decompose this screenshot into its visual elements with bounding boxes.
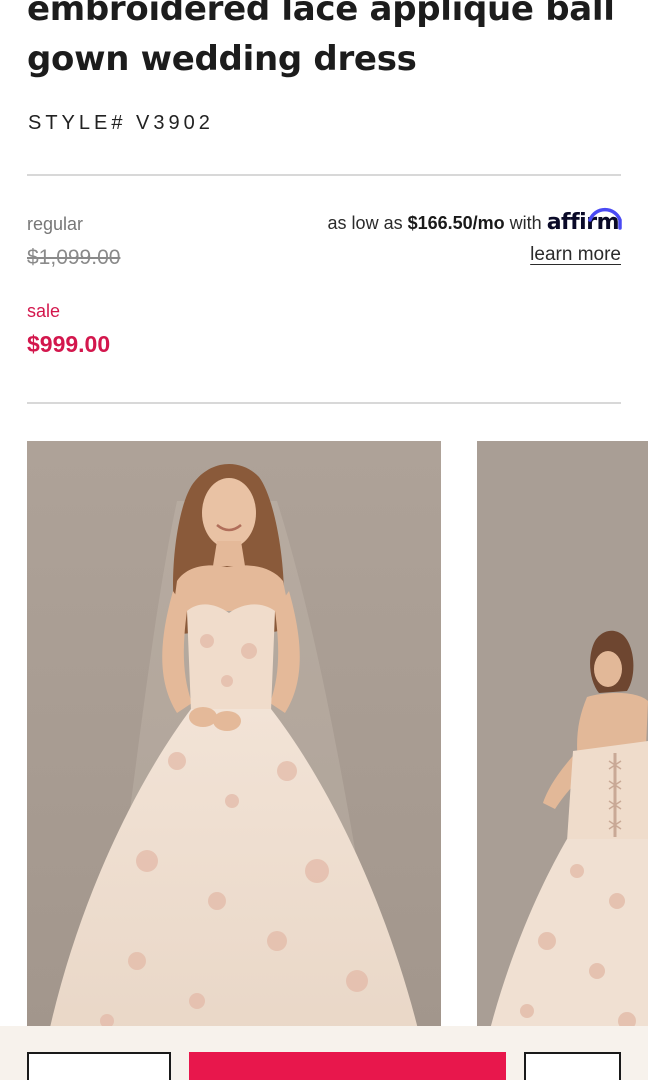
regular-price: $1,099.00 [27,246,121,269]
regular-price-label: regular [27,214,84,234]
sale-price: $999.00 [27,331,111,357]
dress-front-illustration [27,441,441,1041]
learn-more-link[interactable]: learn more [530,244,621,266]
primary-action-button[interactable] [189,1052,506,1080]
product-title: embroidered lace applique ball gown wedd… [27,0,615,79]
style-number: STYLE# V3902 [28,112,214,134]
sale-price-label: sale [27,301,61,321]
affirm-prefix: as low as [327,213,403,233]
affirm-arc-icon [588,207,622,230]
affirm-monthly-amount: $166.50/mo [407,213,505,233]
divider [27,402,621,404]
product-image-back[interactable] [477,441,648,1041]
product-gallery [27,441,648,1041]
divider [27,174,621,176]
affirm-logo: affirm [547,207,622,235]
affirm-financing: as low as $166.50/mo with affirm [327,207,622,235]
dress-back-illustration [477,441,648,1041]
tertiary-action-button[interactable] [524,1052,621,1080]
affirm-connector: with [509,213,542,233]
product-image-front[interactable] [27,441,441,1041]
secondary-action-button[interactable] [27,1052,171,1080]
